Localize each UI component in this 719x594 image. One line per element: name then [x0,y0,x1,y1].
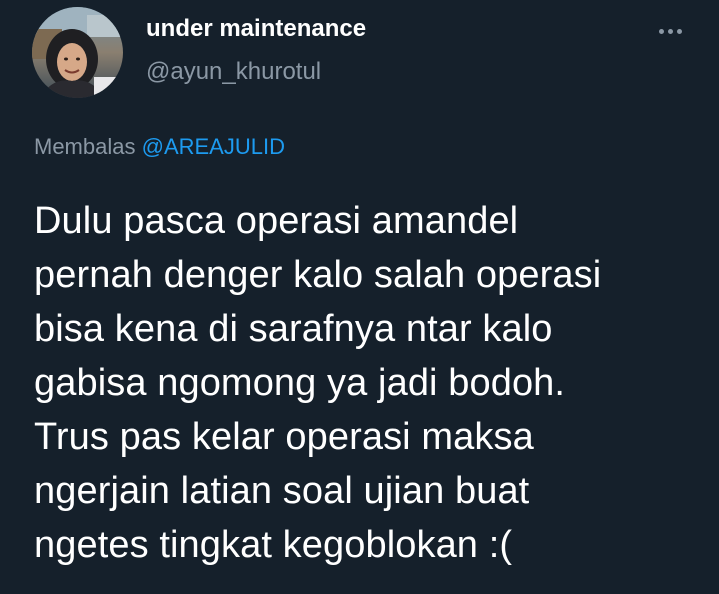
tweet-text-line: gabisa ngomong ya jadi bodoh. [34,362,566,404]
tweet-text-line: Trus pas kelar operasi maksa [34,416,534,458]
replying-to: Membalas @AREAJULID [34,134,285,160]
tweet-text-line: ngetes tingkat kegoblokan :( [34,524,513,566]
tweet-card: under maintenance @ayun_khurotul Membala… [0,0,719,594]
reply-mention-link[interactable]: @AREAJULID [142,134,285,159]
more-horizontal-icon-dot [676,28,682,34]
avatar-photo [32,7,123,98]
more-options-button[interactable] [650,16,690,46]
tweet-text-line: pernah denger kalo salah operasi [34,254,602,296]
tweet-text: Dulu pasca operasi amandel pernah denger… [34,194,704,572]
tweet-text-line: Dulu pasca operasi amandel [34,200,519,242]
username-handle[interactable]: @ayun_khurotul [146,58,321,86]
replying-to-label: Membalas [34,134,136,159]
more-horizontal-icon [658,28,664,34]
avatar[interactable] [32,7,123,98]
tweet-text-line: bisa kena di sarafnya ntar kalo [34,308,553,350]
display-name[interactable]: under maintenance [146,15,366,43]
tweet-text-line: ngerjain latian soal ujian buat [34,470,530,512]
more-horizontal-icon-dot [667,28,673,34]
